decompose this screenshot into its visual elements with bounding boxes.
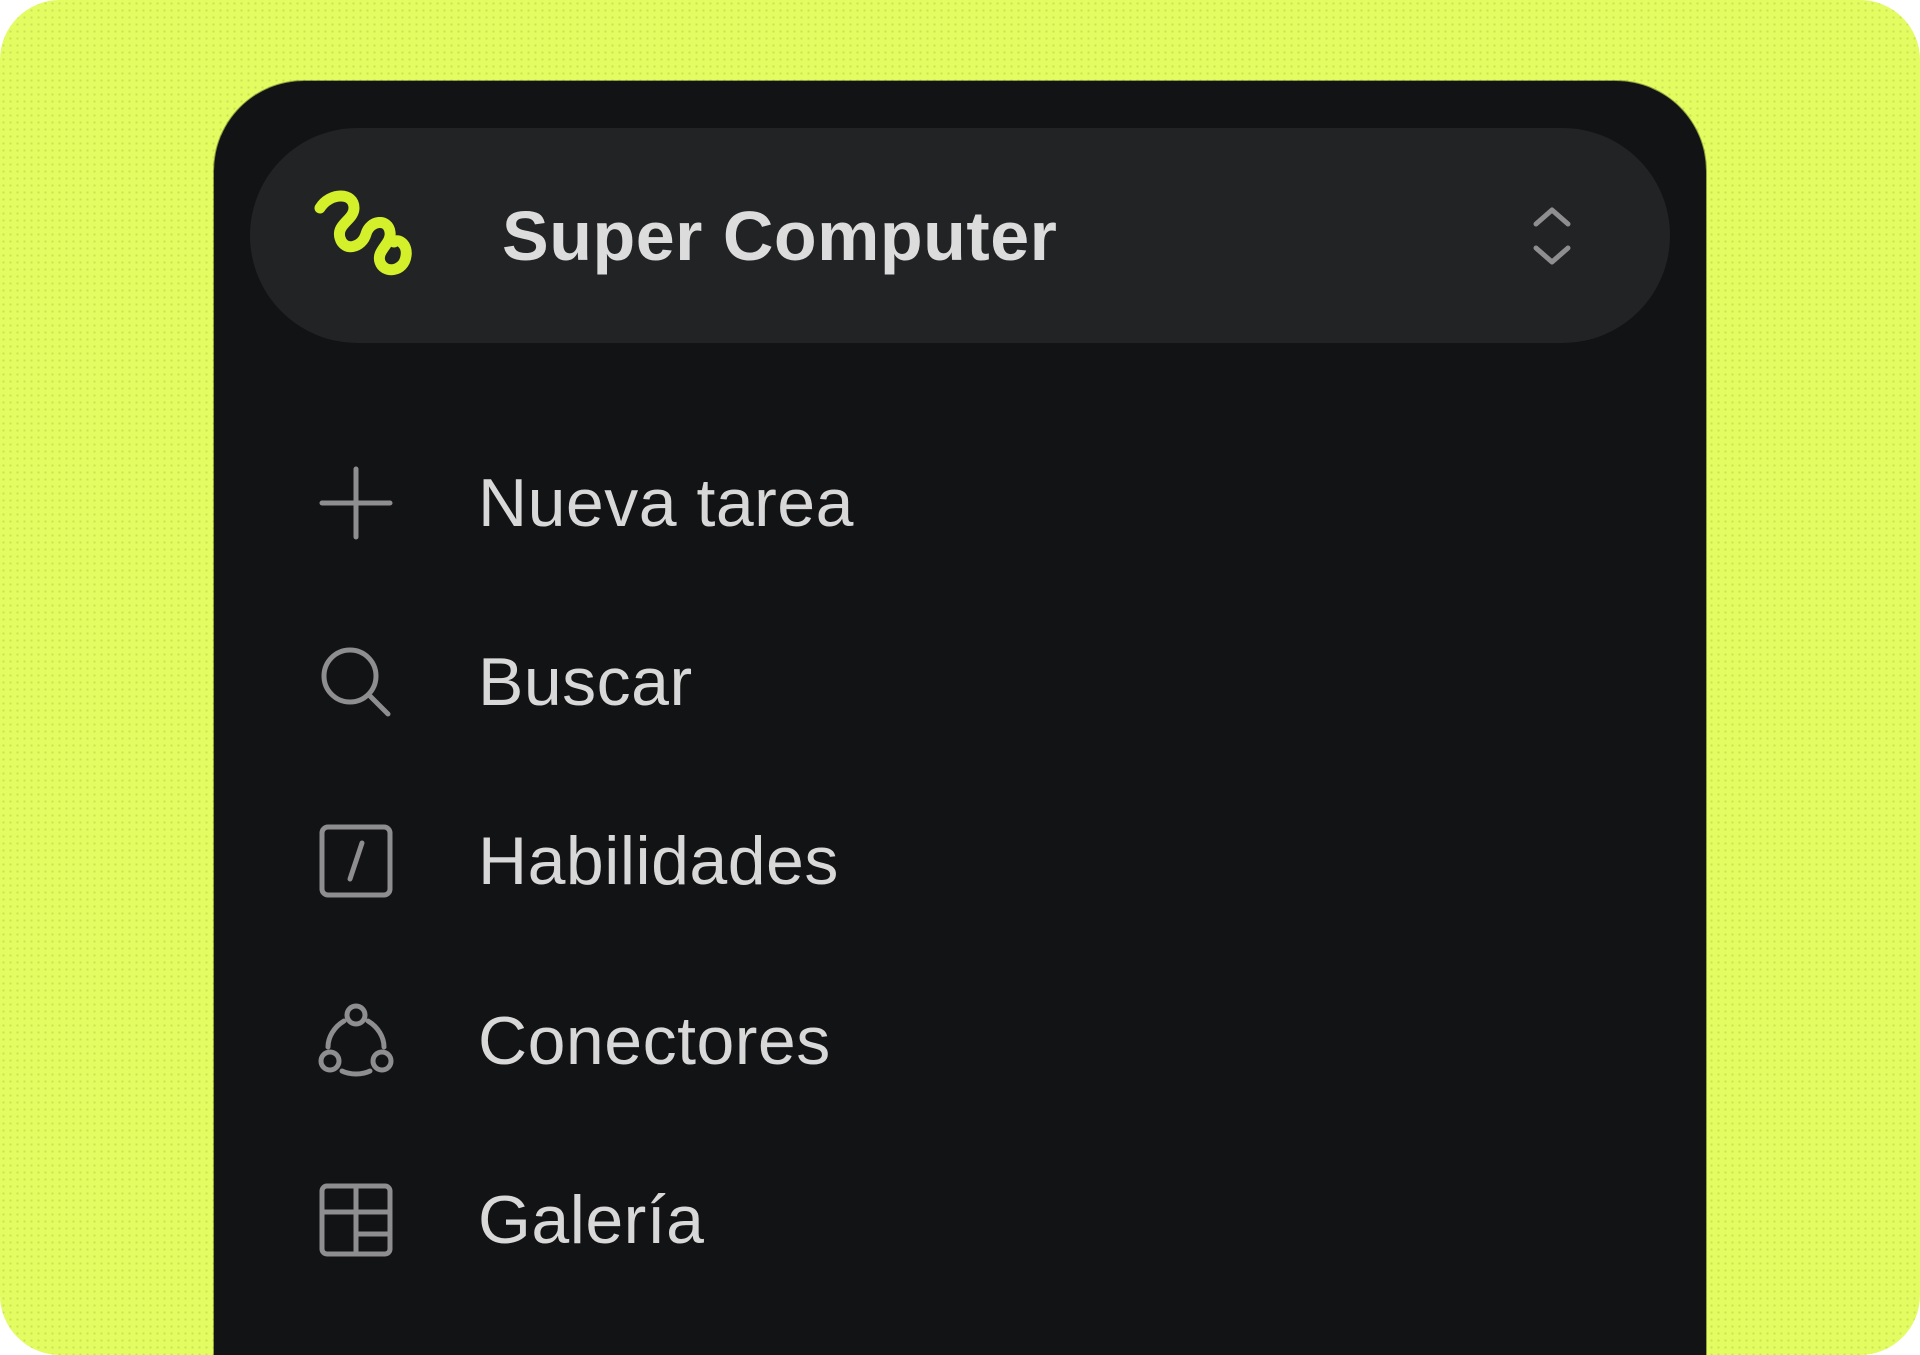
- search-icon: [321, 647, 391, 717]
- nav-item-skills[interactable]: Habilidades: [214, 801, 1706, 921]
- nav-item-label: Buscar: [478, 644, 693, 720]
- nav-item-connectors[interactable]: Conectores: [214, 981, 1706, 1101]
- chevron-up-down-icon: [1533, 207, 1571, 265]
- nav-item-label: Nueva tarea: [478, 465, 854, 541]
- nav-item-new-task[interactable]: Nueva tarea: [214, 443, 1706, 563]
- nav-item-label: Conectores: [478, 1003, 831, 1079]
- workspace-switcher[interactable]: Super Computer: [250, 128, 1670, 343]
- nav-item-label: Habilidades: [478, 823, 839, 899]
- nav-item-label: Galería: [478, 1182, 705, 1258]
- plus-icon: [319, 466, 393, 540]
- nav-item-search[interactable]: Buscar: [214, 622, 1706, 742]
- nav-item-gallery[interactable]: Galería: [214, 1160, 1706, 1280]
- slash-square-icon: [319, 824, 393, 898]
- connectors-icon: [318, 1003, 394, 1077]
- sidebar-panel: Super Computer Nueva tarea Buscar Habili…: [214, 81, 1706, 1355]
- background: Super Computer Nueva tarea Buscar Habili…: [0, 0, 1920, 1355]
- gallery-grid-icon: [319, 1183, 393, 1257]
- squiggle-logo-icon: [314, 190, 412, 276]
- workspace-name: Super Computer: [502, 196, 1058, 275]
